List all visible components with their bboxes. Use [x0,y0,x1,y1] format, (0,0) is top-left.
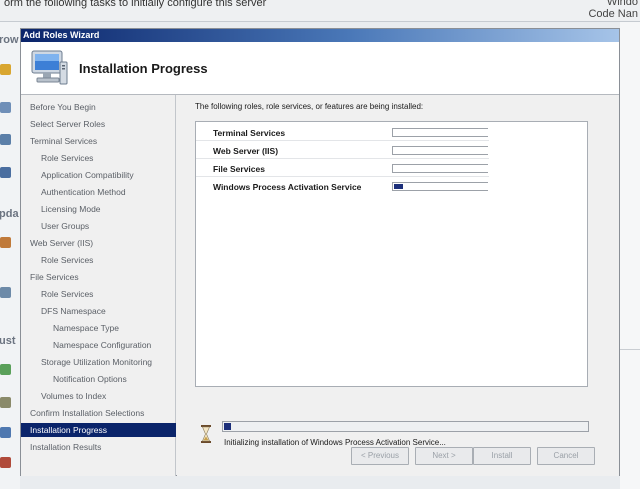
wizard-content: The following roles, role services, or f… [177,95,619,476]
nav-step-namespace-type[interactable]: Namespace Type [53,321,119,335]
previous-button[interactable]: < Previous [351,447,409,465]
next-button[interactable]: Next > [415,447,473,465]
nav-step-user-groups[interactable]: User Groups [41,219,89,233]
windows-brand-line1: Windo [606,0,638,8]
nav-step-volumes-to-index[interactable]: Volumes to Index [41,389,106,403]
cancel-button[interactable]: Cancel [537,447,595,465]
bg-task-icon[interactable] [0,427,11,438]
nav-step-confirm-installation[interactable]: Confirm Installation Selections [30,406,144,420]
nav-step-dfs-namespace[interactable]: DFS Namespace [41,304,106,318]
nav-step-terminal-services[interactable]: Terminal Services [30,134,97,148]
nav-step-file-services[interactable]: File Services [30,270,79,284]
wizard-title-bar[interactable]: Add Roles Wizard [21,29,619,42]
server-manager-task-text: orm the following tasks to initially con… [4,0,267,9]
list-item: Windows Process Activation Service [196,178,587,195]
installing-items-list: Terminal Services Web Server (IIS) File … [195,121,588,387]
nav-step-authentication-method[interactable]: Authentication Method [41,185,126,199]
nav-step-licensing-mode[interactable]: Licensing Mode [41,202,101,216]
bg-task-icon[interactable] [0,237,11,248]
list-item: Web Server (IIS) [196,142,587,159]
bg-task-icon[interactable] [0,364,11,375]
bg-section-label-2: pda [0,208,19,220]
nav-step-application-compatibility[interactable]: Application Compatibility [41,168,134,182]
item-name: File Services [213,164,265,174]
overall-progress-fill [224,423,231,430]
item-progress-bar [392,182,488,191]
nav-step-select-server-roles[interactable]: Select Server Roles [30,117,105,131]
bg-task-icon[interactable] [0,134,11,145]
divider [620,349,640,350]
install-intro-text: The following roles, role services, or f… [195,102,424,111]
bg-task-icon[interactable] [0,287,11,298]
overall-progress-bar [222,421,589,432]
install-button[interactable]: Install [473,447,531,465]
wizard-footer: < Previous Next > Install Cancel [21,439,619,476]
server-computer-icon [31,50,68,85]
server-manager-right-panel [620,22,640,489]
list-item: File Services [196,160,587,177]
divider [196,140,489,141]
bg-section-label-3: ust [0,335,16,347]
divider [196,176,489,177]
nav-step-ts-role-services[interactable]: Role Services [41,151,93,165]
server-manager-top-strip: orm the following tasks to initially con… [0,0,640,22]
nav-step-notification-options[interactable]: Notification Options [53,372,127,386]
nav-step-namespace-configuration[interactable]: Namespace Configuration [53,338,151,352]
bg-task-icon[interactable] [0,64,11,75]
add-roles-wizard-window: Add Roles Wizard Installation Progress B… [20,28,620,476]
wizard-steps-nav: Before You Begin Select Server Roles Ter… [21,95,176,476]
wizard-header: Installation Progress [21,42,619,95]
nav-step-installation-progress[interactable]: Installation Progress [21,423,176,437]
nav-step-before-you-begin[interactable]: Before You Begin [30,100,96,114]
item-progress-fill [394,184,403,189]
item-progress-bar [392,128,488,137]
list-item: Terminal Services [196,124,587,141]
windows-brand-line2: Code Nan [588,8,638,20]
item-progress-bar [392,146,488,155]
nav-step-web-server[interactable]: Web Server (IIS) [30,236,93,250]
server-manager-left-panel: row pda ust [0,22,20,489]
item-progress-bar [392,164,488,173]
windows-brand: Windo Code Nan [588,0,638,20]
nav-step-iis-role-services[interactable]: Role Services [41,253,93,267]
bg-section-label-1: row [0,34,19,46]
bg-task-icon[interactable] [0,457,11,468]
item-name: Terminal Services [213,128,286,138]
bg-task-icon[interactable] [0,167,11,178]
item-name: Web Server (IIS) [213,146,279,156]
divider [196,158,489,159]
bg-task-icon[interactable] [0,102,11,113]
nav-step-fs-role-services[interactable]: Role Services [41,287,93,301]
page-title: Installation Progress [79,61,208,76]
item-name: Windows Process Activation Service [213,182,362,192]
bg-task-icon[interactable] [0,397,11,408]
nav-step-storage-utilization-monitoring[interactable]: Storage Utilization Monitoring [41,355,152,369]
